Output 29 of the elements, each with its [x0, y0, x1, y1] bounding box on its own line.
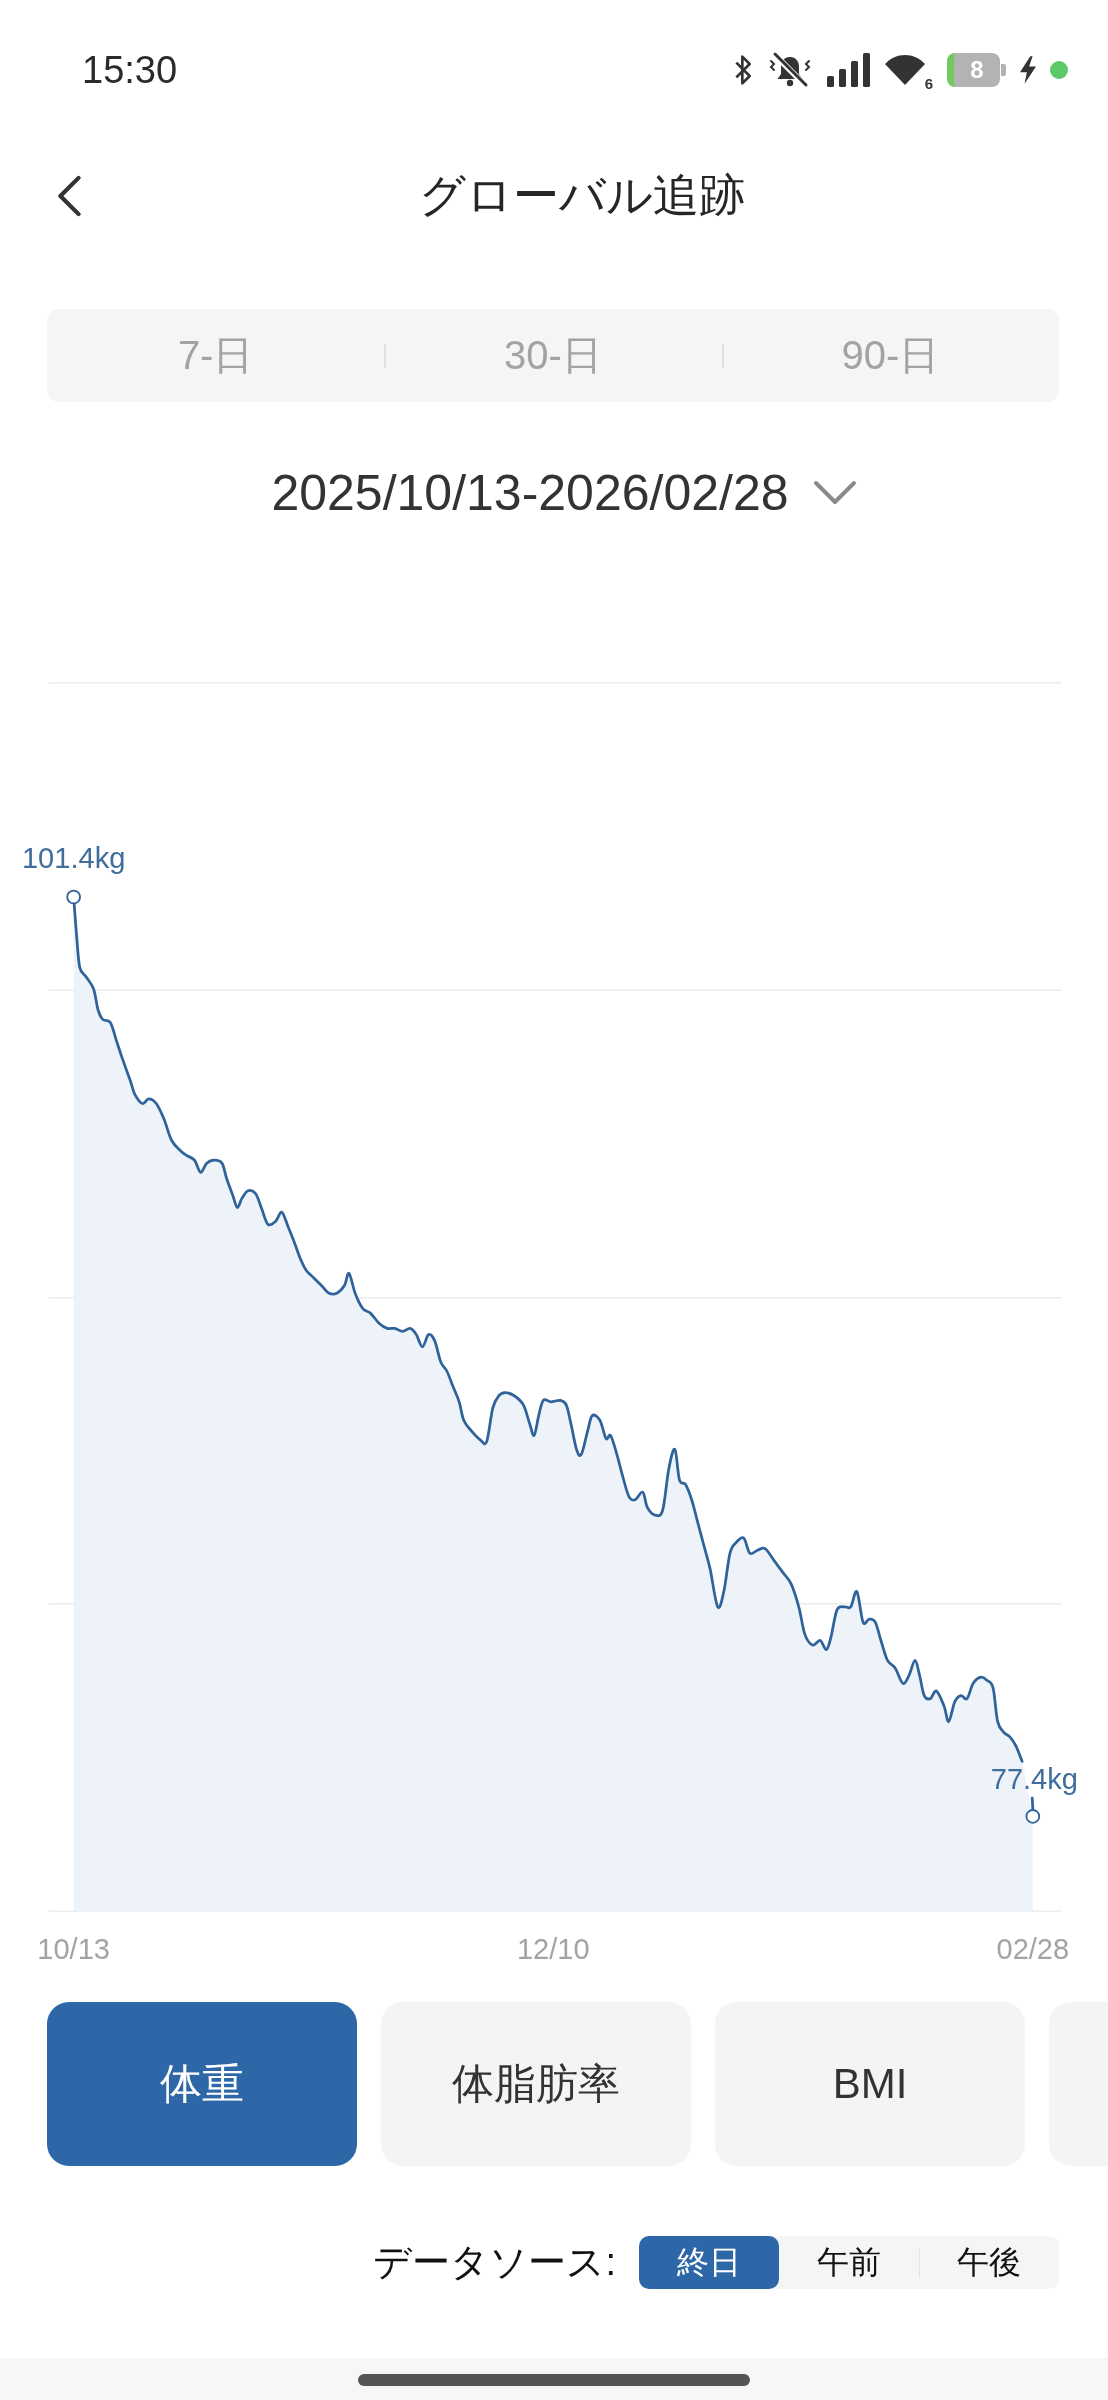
indicator-dot-icon: [1050, 61, 1068, 79]
point-value-label: 77.4kg: [990, 1762, 1078, 1795]
back-icon: [55, 175, 83, 217]
status-time: 15:30: [82, 48, 178, 92]
bluetooth-icon: [732, 54, 753, 86]
metric-tab[interactable]: BMI: [715, 2002, 1025, 2166]
battery-tip-icon: [1001, 64, 1006, 76]
data-source-option[interactable]: 午前: [779, 2236, 919, 2289]
data-source-option[interactable]: 午後: [919, 2236, 1059, 2289]
page-title: グローバル追跡: [418, 168, 745, 223]
date-range-selector[interactable]: 2025/10/13-2026/02/28: [251, 464, 857, 522]
battery-indicator: 8: [947, 53, 1000, 87]
chevron-down-icon: [812, 480, 857, 506]
home-indicator-handle[interactable]: [358, 2374, 750, 2386]
x-axis-label: 10/13: [37, 1932, 110, 1965]
x-axis-label: 02/28: [996, 1932, 1070, 1965]
x-axis-label: 12/10: [516, 1932, 590, 1965]
back-button[interactable]: [55, 175, 83, 217]
wifi-icon: [884, 55, 925, 85]
point-value-label: 101.4kg: [21, 841, 126, 874]
data-point-icon: [66, 889, 81, 905]
wifi-badge-text: 6: [924, 76, 933, 91]
data-point-icon: [1025, 1809, 1041, 1824]
charging-bolt-icon: [1020, 56, 1036, 84]
signal-icon: [826, 53, 871, 87]
data-source-option[interactable]: 終日: [639, 2236, 779, 2289]
data-source-label: データソース:: [373, 2240, 616, 2285]
metric-tab[interactable]: 体脂肪率: [381, 2002, 691, 2166]
metric-tab[interactable]: 体重: [47, 2002, 357, 2166]
